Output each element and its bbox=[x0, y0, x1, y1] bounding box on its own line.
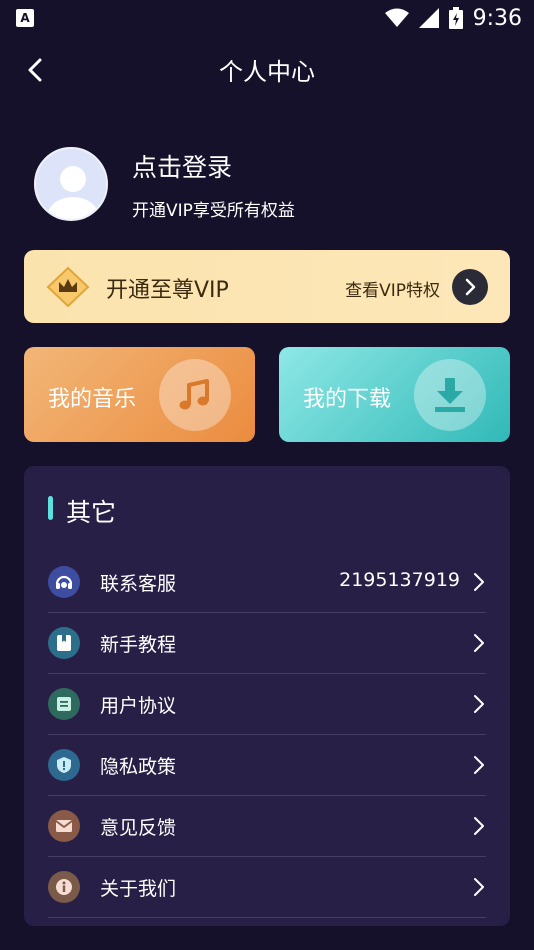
chevron-right-icon bbox=[474, 878, 484, 896]
status-icons: 9:36 bbox=[384, 4, 522, 32]
crown-icon bbox=[46, 266, 90, 308]
vip-arrow-button[interactable] bbox=[452, 269, 488, 305]
book-icon bbox=[48, 627, 80, 659]
status-bar: A 9:36 bbox=[0, 0, 534, 36]
signal-icon bbox=[418, 8, 439, 28]
avatar[interactable] bbox=[34, 147, 108, 221]
other-section: 其它 联系客服 2195137919 新手教程 用户协议 隐私政策 意见反馈 关… bbox=[24, 466, 510, 926]
menu-item-label: 关于我们 bbox=[100, 878, 177, 900]
status-time: 9:36 bbox=[472, 5, 522, 31]
menu-item-customer-service[interactable]: 联系客服 2195137919 bbox=[48, 552, 486, 613]
app-notification-icon: A bbox=[16, 9, 34, 27]
my-download-card[interactable]: 我的下载 bbox=[279, 347, 510, 442]
menu-item-label: 隐私政策 bbox=[100, 756, 177, 778]
vip-banner[interactable]: 开通至尊VIP 查看VIP特权 bbox=[24, 250, 510, 323]
menu-item-privacy-policy[interactable]: 隐私政策 bbox=[48, 735, 486, 796]
battery-icon bbox=[448, 7, 463, 29]
menu-list: 联系客服 2195137919 新手教程 用户协议 隐私政策 意见反馈 关于我们 bbox=[48, 552, 486, 918]
mail-icon bbox=[48, 810, 80, 842]
menu-item-about-us[interactable]: 关于我们 bbox=[48, 857, 486, 918]
menu-item-label: 用户协议 bbox=[100, 695, 177, 717]
section-accent-bar bbox=[48, 496, 53, 520]
download-icon bbox=[435, 378, 465, 412]
my-download-label: 我的下载 bbox=[303, 387, 392, 412]
chevron-right-icon bbox=[474, 817, 484, 835]
music-note-icon bbox=[179, 379, 209, 410]
user-placeholder-icon bbox=[48, 166, 98, 219]
chevron-right-icon bbox=[474, 634, 484, 652]
my-music-label: 我的音乐 bbox=[48, 387, 137, 412]
login-subtitle: 开通VIP享受所有权益 bbox=[132, 201, 295, 221]
menu-item-label: 意见反馈 bbox=[100, 817, 177, 839]
document-icon bbox=[48, 688, 80, 720]
section-title: 其它 bbox=[66, 498, 117, 527]
vip-title: 开通至尊VIP bbox=[106, 278, 229, 303]
download-icon-circle bbox=[414, 359, 486, 431]
shield-icon bbox=[48, 749, 80, 781]
music-icon-circle bbox=[159, 359, 231, 431]
wifi-icon bbox=[384, 8, 409, 27]
chevron-right-icon bbox=[474, 695, 484, 713]
login-title[interactable]: 点击登录 bbox=[132, 148, 232, 184]
menu-item-tutorial[interactable]: 新手教程 bbox=[48, 613, 486, 674]
vip-privileges-link[interactable]: 查看VIP特权 bbox=[345, 276, 440, 301]
menu-item-label: 联系客服 bbox=[100, 573, 177, 595]
chevron-right-icon bbox=[465, 278, 476, 296]
menu-item-feedback[interactable]: 意见反馈 bbox=[48, 796, 486, 857]
service-number: 2195137919 bbox=[339, 569, 460, 591]
chevron-right-icon bbox=[474, 756, 484, 774]
info-icon bbox=[48, 871, 80, 903]
my-music-card[interactable]: 我的音乐 bbox=[24, 347, 255, 442]
menu-item-label: 新手教程 bbox=[100, 634, 177, 656]
page-title: 个人中心 bbox=[219, 58, 315, 86]
menu-item-user-agreement[interactable]: 用户协议 bbox=[48, 674, 486, 735]
chevron-right-icon bbox=[474, 573, 484, 591]
headset-icon bbox=[48, 566, 80, 598]
